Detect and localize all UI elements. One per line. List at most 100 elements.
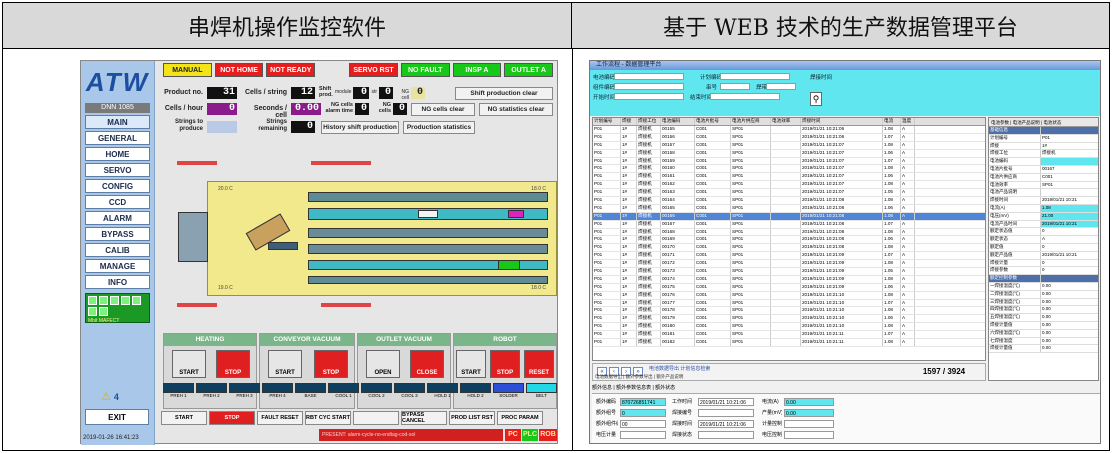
outlet-close-button[interactable]: CLOSE: [410, 350, 444, 378]
robot-stop-button[interactable]: STOP: [490, 350, 520, 378]
table-row[interactable]: P01 1# 焊接机 00160 C001 SP01 2019/01/21 10:21:07…: [593, 165, 985, 174]
bottom-button-blank[interactable]: [353, 411, 399, 425]
table-row[interactable]: P01 1# 焊接机 00177 C001 SP01 2019/01/21 10:21:10…: [593, 299, 985, 308]
detail-value[interactable]: 870726851741: [620, 398, 666, 406]
table-row[interactable]: P01 1# 焊接机 00175 C001 SP01 2019/01/21 10:21:09…: [593, 283, 985, 292]
table-row[interactable]: P01 1# 焊接机 00155 C001 SP01 2019/01/21 10:21:06…: [593, 126, 985, 134]
detail-value[interactable]: [698, 409, 754, 417]
detail-value[interactable]: [784, 431, 834, 439]
table-row[interactable]: P01 1# 焊接机 00181 C001 SP01 2019/01/21 10:21:11…: [593, 331, 985, 340]
bottom-button-start[interactable]: START: [161, 411, 207, 425]
search-icon[interactable]: ⚲: [810, 92, 822, 106]
table-row[interactable]: P01 1# 焊接机 00174 C001 SP01 2019/01/21 10:21:09…: [593, 275, 985, 284]
table-row[interactable]: P01 1# 焊接机 00158 C001 SP01 2019/01/21 10:21:07…: [593, 149, 985, 158]
table-row[interactable]: P01 1# 焊接机 00161 C001 SP01 2019/01/21 10:21:07…: [593, 173, 985, 182]
module-code-input[interactable]: [614, 83, 684, 90]
heating-stop-button[interactable]: STOP: [216, 350, 250, 378]
strings-produce-input[interactable]: [207, 121, 237, 133]
nav-main[interactable]: MAIN: [85, 115, 150, 129]
table-row[interactable]: P01 1# 焊接机 00170 C001 SP01 2019/01/21 10:21:08…: [593, 244, 985, 253]
pager-links[interactable]: 电池数据导出 计划信息检索: [649, 365, 710, 372]
conveyor-start-button[interactable]: START: [268, 350, 302, 378]
outlet-open-button[interactable]: OPEN: [366, 350, 400, 378]
bottom-button-prod-list-rst[interactable]: PROD LIST RST: [449, 411, 495, 425]
detail-value[interactable]: [784, 420, 834, 428]
column-header[interactable]: 焊接: [621, 118, 637, 125]
exit-button[interactable]: EXIT: [85, 409, 149, 425]
nav-bypass[interactable]: BYPASS: [85, 227, 150, 241]
table-row[interactable]: P01 1# 焊接机 00179 C001 SP01 2019/01/21 10:21:10…: [593, 315, 985, 324]
table-row[interactable]: P01 1# 焊接机 00172 C001 SP01 2019/01/21 10:21:09…: [593, 260, 985, 269]
detail-value[interactable]: 0.00: [784, 398, 834, 406]
robot-reset-button[interactable]: RESET: [524, 350, 554, 378]
detail-value[interactable]: 00: [620, 420, 666, 428]
robot-start-button[interactable]: START: [456, 350, 486, 378]
column-header[interactable]: 电池效率: [771, 118, 801, 125]
nav-servo[interactable]: SERVO: [85, 163, 150, 177]
column-header[interactable]: 焊接工位: [637, 118, 661, 125]
ng-cells-clear-button[interactable]: NG cells clear: [411, 103, 475, 116]
bottom-tabs[interactable]: 额外信息 | 额外参数信息表 | 额外状态: [592, 384, 675, 391]
column-header[interactable]: 计划编号: [593, 118, 621, 125]
heating-start-button[interactable]: START: [172, 350, 206, 378]
column-header[interactable]: 电流: [883, 118, 901, 125]
string-select[interactable]: [720, 83, 750, 90]
cell-code-input[interactable]: [614, 73, 684, 80]
nav-config[interactable]: CONFIG: [85, 179, 150, 193]
pager-tabs[interactable]: 电池数据导出 | 额外参数导出 | 额外产品说明: [595, 374, 683, 380]
table-row[interactable]: P01 1# 焊接机 00180 C001 SP01 2019/01/21 10:21:10…: [593, 323, 985, 332]
table-row[interactable]: P01 1# 焊接机 00178 C001 SP01 2019/01/21 10:21:10…: [593, 307, 985, 316]
detail-value[interactable]: 2019/01/21 10:21:06: [698, 420, 754, 428]
table-row[interactable]: P01 1# 焊接机 00168 C001 SP01 2019/01/21 10:21:08…: [593, 228, 985, 237]
plan-code-input[interactable]: [720, 73, 790, 80]
detail-value[interactable]: 0.00: [784, 409, 834, 417]
nav-alarm[interactable]: ALARM: [85, 211, 150, 225]
nav-manage[interactable]: MANAGE: [85, 259, 150, 273]
table-row[interactable]: P01 1# 焊接机 00182 C001 SP01 2019/01/21 10:21:11…: [593, 339, 985, 347]
table-row[interactable]: P01 1# 焊接机 00159 C001 SP01 2019/01/21 10:21:07…: [593, 157, 985, 166]
table-row[interactable]: P01 1# 焊接机 00171 C001 SP01 2019/01/21 10:21:09…: [593, 252, 985, 261]
bottom-button-bypass-cancel[interactable]: BYPASS CANCEL: [401, 411, 447, 425]
table-row[interactable]: P01 1# 焊接机 00165 C001 SP01 2019/01/21 10:21:08…: [593, 204, 985, 213]
table-row[interactable]: P01 1# 焊接机 00157 C001 SP01 2019/01/21 10:21:07…: [593, 141, 985, 150]
table-row[interactable]: P01 1# 焊接机 00169 C001 SP01 2019/01/21 10:21:08…: [593, 236, 985, 245]
table-row[interactable]: P01 1# 焊接机 00163 C001 SP01 2019/01/21 10:21:07…: [593, 189, 985, 198]
nav-home[interactable]: HOME: [85, 147, 150, 161]
table-row[interactable]: P01 1# 焊接机 00167 C001 SP01 2019/01/21 10:21:08…: [593, 220, 985, 229]
alarm-bell-icon[interactable]: ⚠ 4: [101, 390, 119, 403]
status-bar: MANUAL NOT HOME NOT READY SERVO RST NO FAULT…: [161, 61, 555, 79]
history-shift-production-button[interactable]: History shift production: [321, 121, 399, 134]
property-tabs[interactable]: 电池参数 | 电池产品说明 | 电池状态: [989, 118, 1098, 127]
ribbon-select[interactable]: [766, 83, 796, 90]
column-header[interactable]: 电池编码: [661, 118, 695, 125]
bottom-button-fault-reset[interactable]: FAULT RESET: [257, 411, 303, 425]
detail-value[interactable]: 0: [620, 409, 666, 417]
ng-statistics-clear-button[interactable]: NG statistics clear: [479, 103, 553, 116]
nav-general[interactable]: GENERAL: [85, 131, 150, 145]
conveyor-stop-button[interactable]: STOP: [314, 350, 348, 378]
bottom-button-stop[interactable]: STOP: [209, 411, 255, 425]
nav-info[interactable]: INFO: [85, 275, 150, 289]
column-header[interactable]: 电池片批号: [695, 118, 731, 125]
nav-calib[interactable]: CALIB: [85, 243, 150, 257]
bottom-button-proc-param[interactable]: PROC PARAM: [497, 411, 543, 425]
nav-ccd[interactable]: CCD: [85, 195, 150, 209]
column-header[interactable]: 电池片供应商: [731, 118, 771, 125]
detail-value[interactable]: [698, 431, 754, 439]
shift-production-clear-button[interactable]: Shift production clear: [455, 87, 553, 100]
table-cell: A: [901, 165, 915, 173]
production-statistics-button[interactable]: Production statistics: [403, 121, 475, 134]
column-header[interactable]: 焊接时间: [801, 118, 883, 125]
start-time-input[interactable]: [614, 93, 684, 100]
table-row[interactable]: P01 1# 焊接机 00166 C001 SP01 2019/01/21 10:21:08…: [593, 212, 985, 221]
table-row[interactable]: P01 1# 焊接机 00162 C001 SP01 2019/01/21 10:21:07…: [593, 181, 985, 190]
table-row[interactable]: P01 1# 焊接机 00176 C001 SP01 2019/01/21 10:21:10…: [593, 291, 985, 300]
bottom-button-rbt-cyc-start[interactable]: RBT CYC START: [305, 411, 351, 425]
end-time-input[interactable]: [710, 93, 780, 100]
detail-value[interactable]: [620, 431, 666, 439]
table-row[interactable]: P01 1# 焊接机 00156 C001 SP01 2019/01/21 10:21:06…: [593, 133, 985, 142]
detail-value[interactable]: 2019/01/21 10:21:06: [698, 398, 754, 406]
table-row[interactable]: P01 1# 焊接机 00173 C001 SP01 2019/01/21 10:21:09…: [593, 268, 985, 276]
table-row[interactable]: P01 1# 焊接机 00164 C001 SP01 2019/01/21 10:21:08…: [593, 197, 985, 205]
column-header[interactable]: 温度: [901, 118, 915, 125]
